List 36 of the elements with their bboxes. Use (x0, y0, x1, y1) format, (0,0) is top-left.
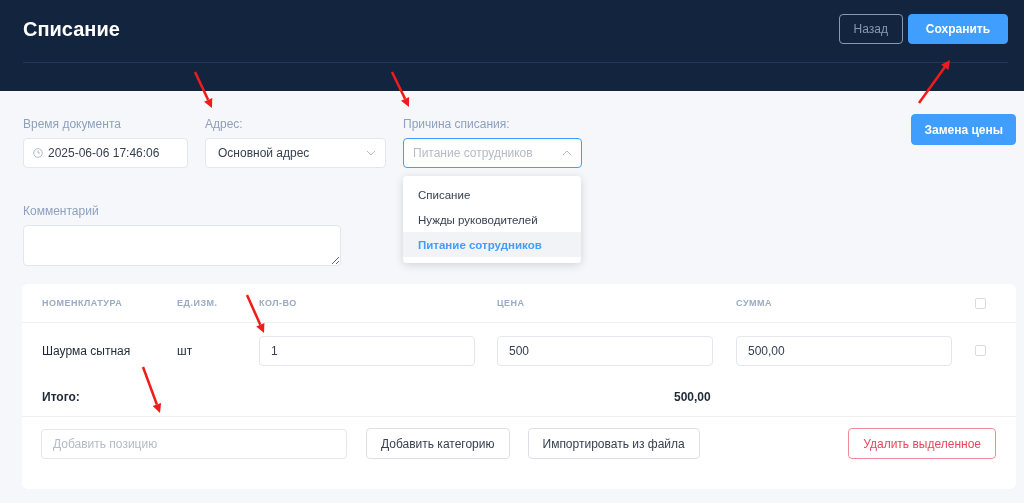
quantity-field[interactable]: 1 (259, 335, 475, 366)
price-field[interactable]: 500 (497, 335, 713, 366)
annotation-arrow (141, 366, 162, 413)
comment-field[interactable] (23, 225, 341, 266)
column-header: НОМЕНКЛАТУРА (42, 298, 124, 308)
total-label: Итого: (42, 390, 81, 404)
field-label: Время документа (23, 117, 122, 131)
delete-selected-button[interactable]: Удалить выделенное (848, 428, 996, 459)
annotation-arrow (193, 71, 213, 108)
address-select[interactable]: Основной адрес (205, 138, 386, 168)
annotation-arrow (918, 60, 950, 104)
clock-icon (33, 148, 43, 158)
dropdown-option[interactable]: Нужды руководителей (403, 207, 581, 232)
date-time-field[interactable]: 2025-06-06 17:46:06 (23, 138, 188, 168)
column-header: КОЛ-ВО (259, 298, 298, 308)
back-button[interactable]: Назад (838, 14, 903, 44)
table-cell-text: шт (177, 343, 194, 358)
select-all-checkbox[interactable] (975, 297, 986, 309)
field-label: Комментарий (23, 204, 99, 218)
row-checkbox[interactable] (975, 345, 986, 356)
table-cell-text: Шаурма сытная (42, 343, 132, 358)
import-button[interactable]: Импортировать из файла (527, 428, 700, 459)
dropdown-option[interactable]: Списание (403, 182, 581, 207)
annotation-arrow (390, 71, 410, 107)
caret-icon (366, 150, 376, 156)
field-label: Причина списания: (403, 117, 511, 131)
page-title: Списание (23, 17, 121, 41)
column-header: СУММА (736, 298, 773, 308)
field-label: Адрес: (205, 117, 244, 131)
add-position-field[interactable]: Добавить позицию (41, 428, 347, 459)
column-header: ЦЕНА (497, 298, 526, 308)
add-category-button[interactable]: Добавить категорию (366, 428, 510, 459)
caret-icon (562, 150, 572, 156)
total-value: 500,00 (674, 390, 711, 404)
sum-field[interactable]: 500,00 (736, 335, 952, 366)
column-header: ЕД.ИЗМ. (177, 298, 219, 308)
